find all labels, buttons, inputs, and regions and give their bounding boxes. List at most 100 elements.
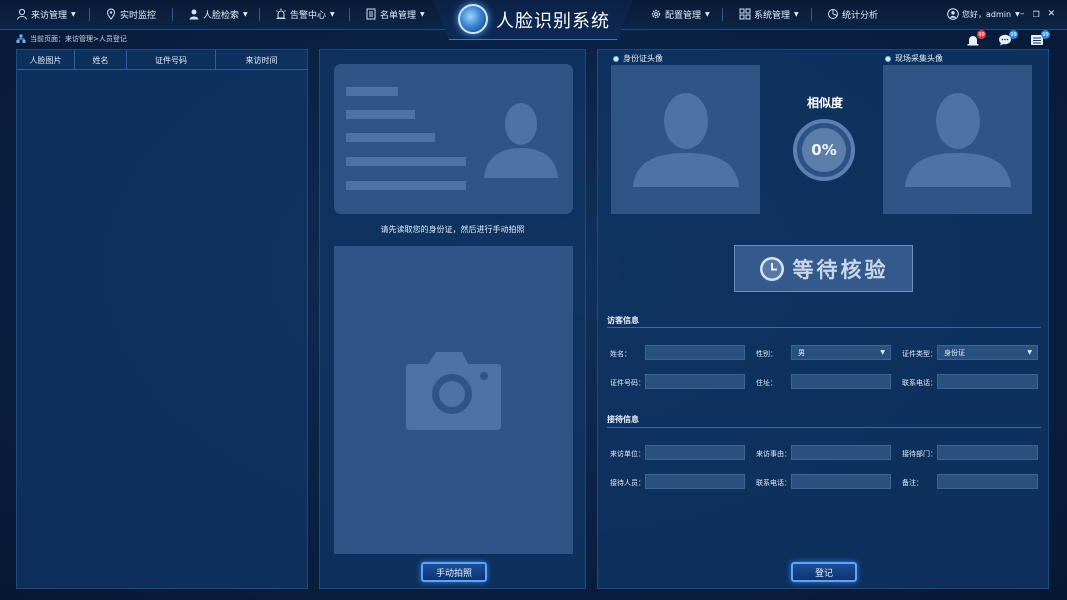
- host-label: 接待人员：: [610, 479, 645, 487]
- user-icon: [17, 8, 27, 20]
- host-input[interactable]: [645, 474, 745, 489]
- alarm-notification-button[interactable]: 99: [966, 30, 986, 46]
- nav-realtime-monitor[interactable]: 实时监控: [105, 0, 156, 28]
- column-header-id-number[interactable]: 证件号码: [127, 50, 216, 70]
- visitor-info-title: 访客信息: [607, 316, 639, 325]
- nav-divider: [172, 8, 173, 21]
- verification-panel: 身份证头像 相似度 0% 现场采集头像 等待核验 访客信息 姓名： 性别： 男: [597, 49, 1049, 589]
- manual-capture-button[interactable]: 手动拍照: [421, 562, 487, 582]
- nav-face-search[interactable]: 人脸检索 ▼: [188, 0, 248, 28]
- nav-divider: [349, 8, 350, 21]
- nav-label: 配置管理: [665, 10, 702, 21]
- column-header-name[interactable]: 姓名: [75, 50, 127, 70]
- nav-statistics[interactable]: 统计分析: [827, 0, 878, 28]
- section-divider: [607, 327, 1041, 328]
- visitor-phone-input[interactable]: [937, 374, 1038, 389]
- capture-hint: 请先读取您的身份证，然后进行手动拍照: [380, 225, 525, 234]
- remark-input[interactable]: [937, 474, 1038, 489]
- nav-system-management[interactable]: 系统管理 ▼: [739, 0, 799, 28]
- id-photo-label-text: 身份证头像: [623, 54, 663, 63]
- chevron-down-icon: ▼: [705, 10, 710, 18]
- column-header-visit-time[interactable]: 来访时间: [216, 50, 307, 70]
- nav-divider: [811, 8, 812, 21]
- gender-select[interactable]: 男 ▼: [791, 345, 891, 360]
- breadcrumb: 当前页面： 来访管理>人员登记: [16, 32, 127, 46]
- live-photo-label: 现场采集头像: [885, 53, 943, 64]
- address-label: 住址：: [756, 379, 777, 387]
- nav-config-management[interactable]: 配置管理 ▼: [650, 0, 710, 28]
- table-header: 人脸图片 姓名 证件号码 来访时间: [17, 50, 307, 70]
- app-logo-icon: [458, 4, 488, 34]
- location-icon: [106, 8, 116, 20]
- task-notification-button[interactable]: 99: [1030, 30, 1050, 46]
- id-card-line: [346, 133, 435, 142]
- column-header-face-image[interactable]: 人脸图片: [17, 50, 75, 70]
- radio-dot-icon: [613, 55, 619, 62]
- window-controls: – ❐ ✕: [1020, 0, 1055, 28]
- radio-dot-icon: [885, 55, 891, 62]
- app-title: 人脸识别系统: [496, 11, 610, 32]
- visit-unit-label: 来访单位：: [610, 450, 645, 458]
- chevron-down-icon: ▼: [794, 10, 799, 18]
- id-card-line: [346, 181, 466, 190]
- person-silhouette-icon: [484, 103, 558, 178]
- clock-icon: [759, 256, 784, 281]
- reception-department-input[interactable]: [937, 445, 1038, 460]
- similarity-title: 相似度: [807, 96, 844, 110]
- grid-icon: [739, 8, 751, 20]
- nav-label: 告警中心: [290, 10, 327, 21]
- visitor-records-panel: 人脸图片 姓名 证件号码 来访时间: [16, 49, 308, 589]
- similarity-gauge: 0%: [793, 119, 855, 181]
- id-card-line: [346, 157, 466, 166]
- chevron-down-icon: ▼: [243, 10, 248, 18]
- camera-icon: [406, 352, 501, 430]
- pie-chart-icon: [828, 9, 838, 19]
- id-number-input[interactable]: [645, 374, 745, 389]
- visit-reason-label: 来访事由：: [756, 450, 791, 458]
- visit-unit-input[interactable]: [645, 445, 745, 460]
- nav-visit-management[interactable]: 来访管理 ▼: [16, 0, 76, 28]
- site-map-icon: [16, 34, 26, 43]
- nav-label: 来访管理: [31, 10, 68, 21]
- nav-list-management[interactable]: 名单管理 ▼: [365, 0, 425, 28]
- user-menu[interactable]: 您好，admin ▼: [947, 0, 1020, 28]
- nav-divider: [722, 8, 723, 21]
- address-input[interactable]: [791, 374, 891, 389]
- id-photo-label: 身份证头像: [613, 53, 663, 64]
- nav-label: 统计分析: [842, 10, 879, 21]
- nav-label: 人脸检索: [203, 10, 240, 21]
- chevron-down-icon: ▼: [330, 10, 335, 18]
- visit-reason-input[interactable]: [791, 445, 891, 460]
- section-divider: [607, 427, 1041, 428]
- nav-divider: [89, 8, 90, 21]
- person-silhouette-icon: [633, 93, 739, 187]
- name-input[interactable]: [645, 345, 745, 360]
- breadcrumb-path[interactable]: 来访管理>人员登记: [65, 34, 127, 44]
- live-photo-box: [883, 65, 1032, 214]
- breadcrumb-prefix: 当前页面：: [30, 35, 65, 43]
- nav-label: 名单管理: [380, 10, 417, 21]
- alarm-icon: [276, 8, 286, 19]
- id-photo-box: [611, 65, 760, 214]
- person-silhouette-icon: [905, 93, 1011, 187]
- task-count-badge: 99: [1041, 30, 1050, 39]
- caret-down-icon: ▼: [880, 349, 885, 356]
- host-phone-label: 联系电话：: [756, 479, 791, 487]
- id-type-value: 身份证: [944, 348, 965, 357]
- face-search-icon: [189, 9, 199, 20]
- nav-alarm-center[interactable]: 告警中心 ▼: [275, 0, 335, 28]
- user-greeting: 您好，admin: [962, 9, 1012, 19]
- message-notification-button[interactable]: 99: [998, 30, 1018, 46]
- capture-panel: 请先读取您的身份证，然后进行手动拍照 手动拍照: [319, 49, 586, 589]
- restore-icon[interactable]: ❐: [1033, 10, 1040, 19]
- close-icon[interactable]: ✕: [1048, 9, 1056, 19]
- chevron-down-icon: ▼: [1015, 10, 1020, 18]
- nav-label: 实时监控: [120, 10, 157, 21]
- chevron-down-icon: ▼: [420, 10, 425, 18]
- host-phone-input[interactable]: [791, 474, 891, 489]
- minimize-icon[interactable]: –: [1020, 9, 1025, 19]
- alarm-count-badge: 99: [977, 30, 986, 39]
- register-button[interactable]: 登记: [791, 562, 857, 582]
- id-type-select[interactable]: 身份证 ▼: [937, 345, 1038, 360]
- name-label: 姓名：: [610, 350, 631, 358]
